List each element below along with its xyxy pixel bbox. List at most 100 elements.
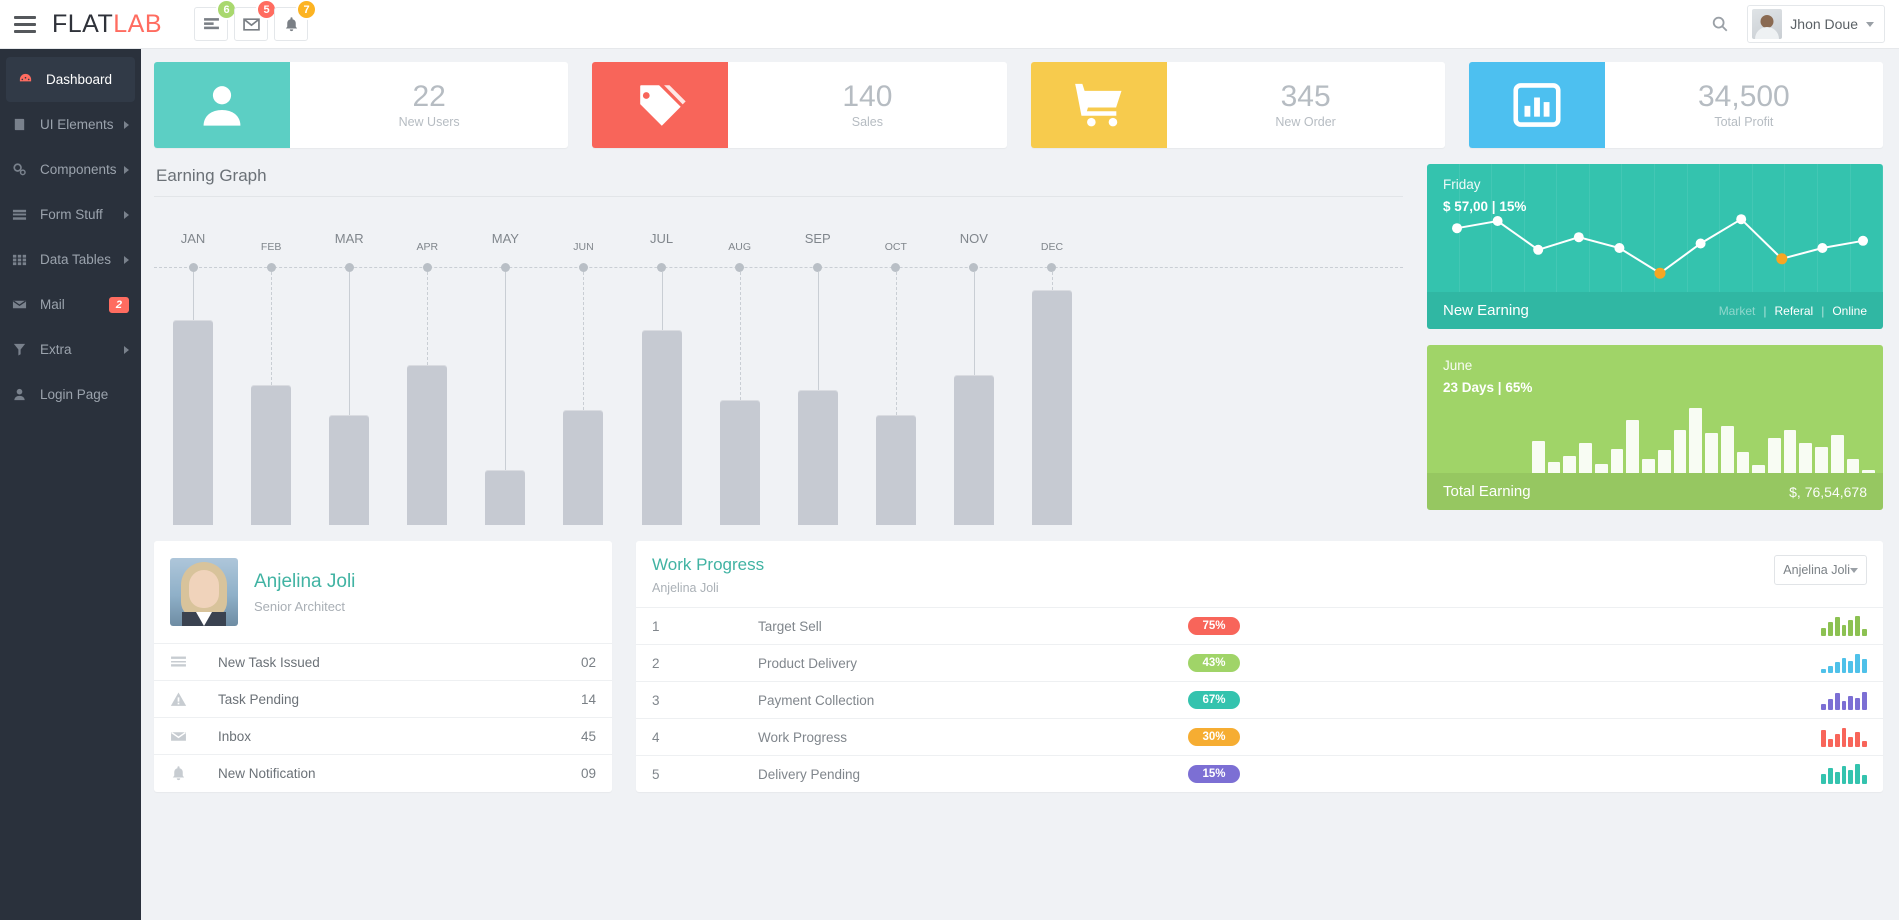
cart-icon — [1030, 62, 1167, 148]
warning-icon — [170, 691, 218, 708]
sidebar-item-dashboard[interactable]: Dashboard — [6, 57, 135, 102]
divider — [154, 196, 1403, 197]
legend-separator: | — [1821, 303, 1825, 318]
spark-bar — [1862, 741, 1868, 747]
mini-bar — [1579, 442, 1592, 473]
status-badge: 30% — [1188, 728, 1240, 746]
bar-stem — [661, 272, 663, 330]
table-row[interactable]: 5 Delivery Pending 15% — [636, 755, 1883, 792]
user-icon — [154, 62, 290, 148]
sidebar-item-ui-elements[interactable]: UI Elements — [0, 102, 141, 147]
row-task: Work Progress — [758, 729, 848, 745]
stat-card-new-users[interactable]: 22 New Users — [154, 62, 569, 148]
mini-bar — [1532, 441, 1545, 473]
bar[interactable] — [875, 415, 916, 525]
chart-axis — [154, 267, 1403, 268]
envelope-button[interactable]: 5 — [234, 0, 278, 41]
month-label: JUN — [573, 241, 594, 253]
stat-label: New Order — [1275, 115, 1336, 130]
top-header: FLATLAB 6 5 7 Jhon Doue — [0, 0, 1899, 49]
new-earning-stat: $ 57,00 | 15% — [1443, 199, 1527, 214]
spark-bar — [1841, 701, 1847, 710]
bar[interactable] — [173, 320, 214, 525]
list-item[interactable]: New Notification 09 — [154, 754, 612, 791]
profile-name[interactable]: Anjelina Joli — [254, 571, 355, 593]
bar-stem — [349, 272, 351, 415]
stat-card-new-order[interactable]: 345 New Order — [1030, 62, 1445, 148]
person-select-value: Anjelina Joli — [1783, 563, 1850, 577]
row-sparkline — [1821, 727, 1868, 747]
list-item[interactable]: Task Pending 14 — [154, 680, 612, 717]
main-area: 22 New Users 140 Sales 345 New Order 34,… — [141, 49, 1899, 920]
stat-text: 140 Sales — [728, 62, 1006, 148]
profile-row-label: Task Pending — [218, 691, 300, 707]
sidebar-item-mail[interactable]: Mail 2 — [0, 282, 141, 327]
chevron-right-icon — [124, 255, 129, 264]
tag-icon — [592, 62, 729, 148]
table-row[interactable]: 3 Payment Collection 67% — [636, 681, 1883, 718]
bar[interactable] — [797, 390, 838, 525]
work-progress-card: Work Progress Anjelina Joli Anjelina Jol… — [636, 541, 1883, 792]
month-label: DEC — [1040, 241, 1064, 253]
stat-value: 140 — [842, 79, 893, 113]
sidebar-item-data-tables[interactable]: Data Tables — [0, 237, 141, 282]
search-icon[interactable] — [1707, 11, 1733, 37]
mini-bar — [1689, 407, 1703, 473]
row-sparkline — [1821, 616, 1868, 636]
profile-row-label: Inbox — [218, 728, 252, 744]
bar[interactable] — [485, 470, 526, 525]
spark-bar — [1827, 699, 1833, 710]
mini-bar — [1626, 419, 1640, 473]
month-label: OCT — [884, 241, 907, 253]
grid-icon — [12, 252, 34, 267]
spark-bar — [1821, 730, 1826, 747]
new-earning-legend: Market | Referal | Online — [1719, 304, 1867, 318]
sidebar-item-label: Login Page — [40, 387, 109, 402]
list-item[interactable]: Inbox 45 — [154, 717, 612, 754]
stat-card-total-profit[interactable]: 34,500 Total Profit — [1468, 62, 1883, 148]
sidebar-item-extra[interactable]: Extra — [0, 327, 141, 372]
bar[interactable] — [329, 415, 370, 525]
month-label: MAY — [491, 231, 519, 246]
page-title: Earning Graph — [156, 166, 267, 185]
axis-dot — [344, 263, 354, 272]
legend-market[interactable]: Market — [1719, 304, 1756, 318]
form-icon — [12, 207, 34, 222]
bar[interactable] — [641, 330, 682, 525]
spark-bar — [1834, 617, 1840, 636]
axis-dot — [1047, 263, 1057, 272]
spark-bar — [1841, 658, 1847, 673]
brand-logo[interactable]: FLATLAB — [52, 10, 162, 39]
table-row[interactable]: 2 Product Delivery 43% — [636, 644, 1883, 681]
bar[interactable] — [407, 365, 448, 525]
bar[interactable] — [1031, 290, 1072, 525]
table-row[interactable]: 1 Target Sell 75% — [636, 607, 1883, 644]
bar[interactable] — [563, 410, 604, 525]
mini-bar — [1768, 438, 1781, 473]
bar[interactable] — [719, 400, 760, 525]
chevron-right-icon — [124, 120, 129, 129]
bar[interactable] — [251, 385, 292, 525]
bar-stem — [583, 272, 585, 410]
sidebar-item-form-stuff[interactable]: Form Stuff — [0, 192, 141, 237]
mini-bar — [1815, 447, 1828, 473]
row-index: 4 — [652, 729, 660, 745]
person-select[interactable]: Anjelina Joli — [1774, 555, 1867, 585]
list-item[interactable]: New Task Issued 02 — [154, 643, 612, 680]
axis-dot — [891, 263, 901, 272]
profile-row-value: 09 — [580, 765, 596, 781]
legend-referal[interactable]: Referal — [1775, 304, 1814, 318]
sidebar-item-label: Data Tables — [40, 252, 112, 267]
sidebar-item-login-page[interactable]: Login Page — [0, 372, 141, 417]
sidebar-item-components[interactable]: Components — [0, 147, 141, 192]
table-row[interactable]: 4 Work Progress 30% — [636, 718, 1883, 755]
user-menu[interactable]: Jhon Doue — [1747, 5, 1885, 43]
tasks-button[interactable]: 6 — [194, 0, 238, 41]
stat-card-sales[interactable]: 140 Sales — [592, 62, 1007, 148]
hamburger-icon[interactable] — [8, 10, 42, 38]
profile-row-value: 02 — [580, 654, 596, 670]
bell-button[interactable]: 7 — [274, 0, 318, 41]
legend-online[interactable]: Online — [1832, 304, 1867, 318]
graph-section: Earning Graph JAN FEB MAR APR MAY JUN JUL AUG SE… — [154, 164, 1883, 525]
bar[interactable] — [953, 375, 994, 525]
